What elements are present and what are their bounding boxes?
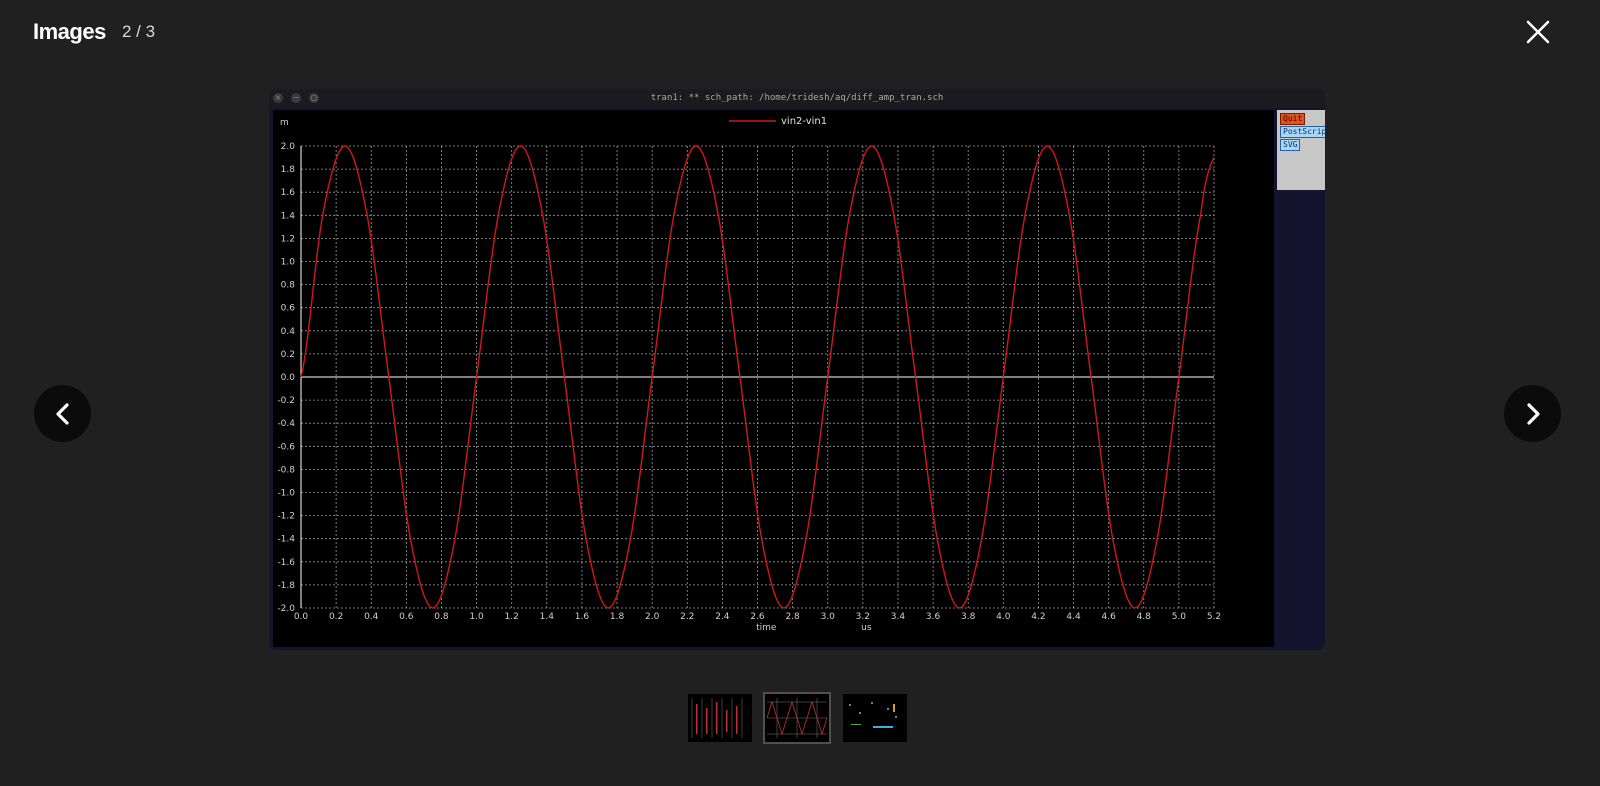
y-tick-label: 0.8 <box>281 281 296 291</box>
y-tick-label: 0.6 <box>281 304 296 314</box>
y-axis-unit-label: m <box>280 118 289 128</box>
window-titlebar: × − ○ tran1: ** sch_path: /home/tridesh/… <box>269 89 1325 108</box>
y-tick-label: 0.4 <box>281 327 296 337</box>
x-tick-label: 2.8 <box>785 612 800 622</box>
y-tick-label: -0.2 <box>277 396 295 406</box>
image-screenshot: × − ○ tran1: ** sch_path: /home/tridesh/… <box>269 89 1325 650</box>
x-tick-label: 1.8 <box>610 612 625 622</box>
y-tick-label: 1.8 <box>281 165 296 175</box>
chevron-left-icon <box>55 402 69 425</box>
thumbnail-3[interactable] <box>843 694 907 742</box>
x-tick-label: 5.0 <box>1172 612 1187 622</box>
y-tick-label: -0.6 <box>277 442 295 452</box>
waveform-plot: 0.0 0.2 0.4 0.6 0.8 1.0 1.2 1.4 1.6 1.8 2.0 2.2 2.4 2… <box>273 110 1274 647</box>
y-tick-label: -1.6 <box>277 558 295 568</box>
y-tick-label: 1.6 <box>281 188 296 198</box>
x-tick-label: 3.2 <box>856 612 870 622</box>
x-tick-label: 1.4 <box>540 612 555 622</box>
quit-button[interactable]: Quit <box>1280 113 1306 125</box>
x-tick-label: 3.4 <box>891 612 906 622</box>
x-tick-label: 5.2 <box>1207 612 1221 622</box>
previous-image-button[interactable] <box>34 385 91 442</box>
image-counter: 2 / 3 <box>122 22 156 41</box>
x-tick-label: 4.4 <box>1066 612 1081 622</box>
x-tick-label: 2.2 <box>680 612 694 622</box>
y-tick-label: -0.4 <box>277 419 295 429</box>
side-panel: Quit PostScript SVG <box>1277 110 1325 190</box>
x-tick-label: 0.8 <box>434 612 449 622</box>
y-tick-label: -2.0 <box>277 604 295 614</box>
x-tick-label: 3.0 <box>821 612 836 622</box>
x-tick-label: 4.8 <box>1137 612 1152 622</box>
thumbnail-2[interactable] <box>763 692 831 744</box>
y-tick-label: -1.2 <box>277 512 295 522</box>
y-tick-label: -0.8 <box>277 465 295 475</box>
legend-entry: vin2-vin1 <box>781 116 827 127</box>
next-image-button[interactable] <box>1504 385 1561 442</box>
y-tick-label: -1.4 <box>277 535 295 545</box>
x-tick-label: 0.2 <box>329 612 343 622</box>
x-tick-label: 1.0 <box>469 612 484 622</box>
x-tick-label: 4.6 <box>1101 612 1116 622</box>
y-tick-label: 0.2 <box>281 350 295 360</box>
y-tick-label: 1.0 <box>281 258 296 268</box>
x-tick-label: 0.0 <box>294 612 309 622</box>
waveform-chart: 0.0 0.2 0.4 0.6 0.8 1.0 1.2 1.4 1.6 1.8 2.0 2.2 2.4 2… <box>277 116 1221 633</box>
thumbnail-1[interactable] <box>688 694 752 742</box>
y-tick-label: 2.0 <box>281 142 296 152</box>
x-tick-label: 4.2 <box>1031 612 1045 622</box>
y-tick-label: -1.8 <box>277 581 295 591</box>
y-tick-label: 1.4 <box>281 211 296 221</box>
window-title: tran1: ** sch_path: /home/tridesh/aq/dif… <box>650 93 944 103</box>
svg-button[interactable]: SVG <box>1280 139 1301 151</box>
x-tick-label: 3.6 <box>926 612 941 622</box>
x-axis-label: time <box>756 623 777 633</box>
viewer-title: Images <box>33 19 106 44</box>
x-tick-label: 4.0 <box>996 612 1011 622</box>
y-tick-label: 1.2 <box>281 234 295 244</box>
x-axis-unit-label: us <box>861 623 872 633</box>
y-tick-label: -1.0 <box>277 489 295 499</box>
thumbnail-3-preview <box>849 702 897 728</box>
postscript-button[interactable]: PostScript <box>1280 126 1325 138</box>
close-button[interactable] <box>1524 18 1552 46</box>
x-tick-label: 1.6 <box>575 612 590 622</box>
x-tick-label: 0.6 <box>399 612 414 622</box>
close-icon <box>1526 20 1550 44</box>
x-tick-label: 0.4 <box>364 612 379 622</box>
y-tick-label: 0.0 <box>281 373 296 383</box>
x-tick-label: 2.6 <box>750 612 765 622</box>
thumbnail-2-preview <box>766 698 828 738</box>
thumbnail-1-preview <box>691 698 743 738</box>
x-tick-label: 1.2 <box>505 612 519 622</box>
chevron-right-icon <box>1526 402 1540 425</box>
x-tick-label: 3.8 <box>961 612 976 622</box>
viewer-header: Images 2 / 3 <box>0 0 1600 70</box>
x-tick-label: 2.0 <box>645 612 660 622</box>
x-tick-label: 2.4 <box>715 612 730 622</box>
